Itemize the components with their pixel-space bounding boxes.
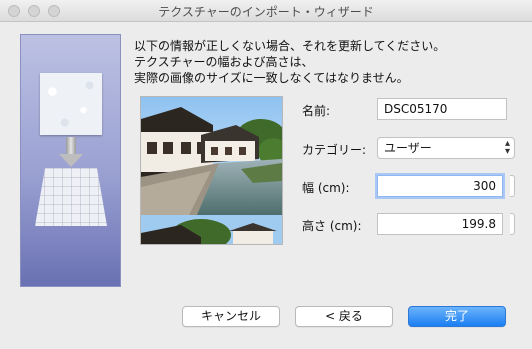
category-select[interactable]: ユーザー ▴ ▾ xyxy=(377,137,515,159)
height-stepper[interactable] xyxy=(510,213,515,235)
instructions-line-1: 以下の情報が正しくない場合、それを更新してください。 xyxy=(134,39,446,53)
width-label: 幅 (cm): xyxy=(302,181,350,195)
texture-swatch-icon xyxy=(40,73,102,135)
height-field[interactable]: 199.8 xyxy=(377,213,503,235)
arrow-down-head-icon xyxy=(59,154,83,167)
preview-image-repeat xyxy=(141,215,282,244)
category-label: カテゴリー: xyxy=(302,143,367,157)
name-label: 名前: xyxy=(302,104,331,118)
width-field[interactable]: 300 xyxy=(377,175,503,197)
name-field[interactable]: DSC05170 xyxy=(377,98,507,120)
instructions-line-2: テクスチャーの幅および高さは、 xyxy=(134,55,314,69)
category-selected-value: ユーザー xyxy=(384,141,432,155)
tiled-texture-icon xyxy=(35,168,107,226)
finish-button[interactable]: 完了 xyxy=(408,306,506,327)
width-stepper[interactable] xyxy=(510,175,515,197)
instructions-line-3: 実際の画像のサイズに一致しなくてはなりません。 xyxy=(134,71,409,85)
preview-image xyxy=(141,97,282,215)
height-label: 高さ (cm): xyxy=(302,219,362,233)
title-bar: テクスチャーのインポート・ウィザード xyxy=(0,0,532,22)
select-chevrons-icon: ▴ ▾ xyxy=(504,138,510,157)
arrow-down-icon xyxy=(66,137,76,155)
cancel-button[interactable]: キャンセル xyxy=(182,306,280,327)
window-title: テクスチャーのインポート・ウィザード xyxy=(158,5,374,19)
instructions-text: 以下の情報が正しくない場合、それを更新してください。 テクスチャーの幅および高さ… xyxy=(134,38,524,86)
texture-preview xyxy=(140,96,283,245)
texture-import-wizard-window: テクスチャーのインポート・ウィザード 以下の情報が正しくない場合、それを更新して… xyxy=(0,0,532,349)
wizard-side-illustration xyxy=(20,34,121,287)
back-button[interactable]: < 戻る xyxy=(295,306,393,327)
